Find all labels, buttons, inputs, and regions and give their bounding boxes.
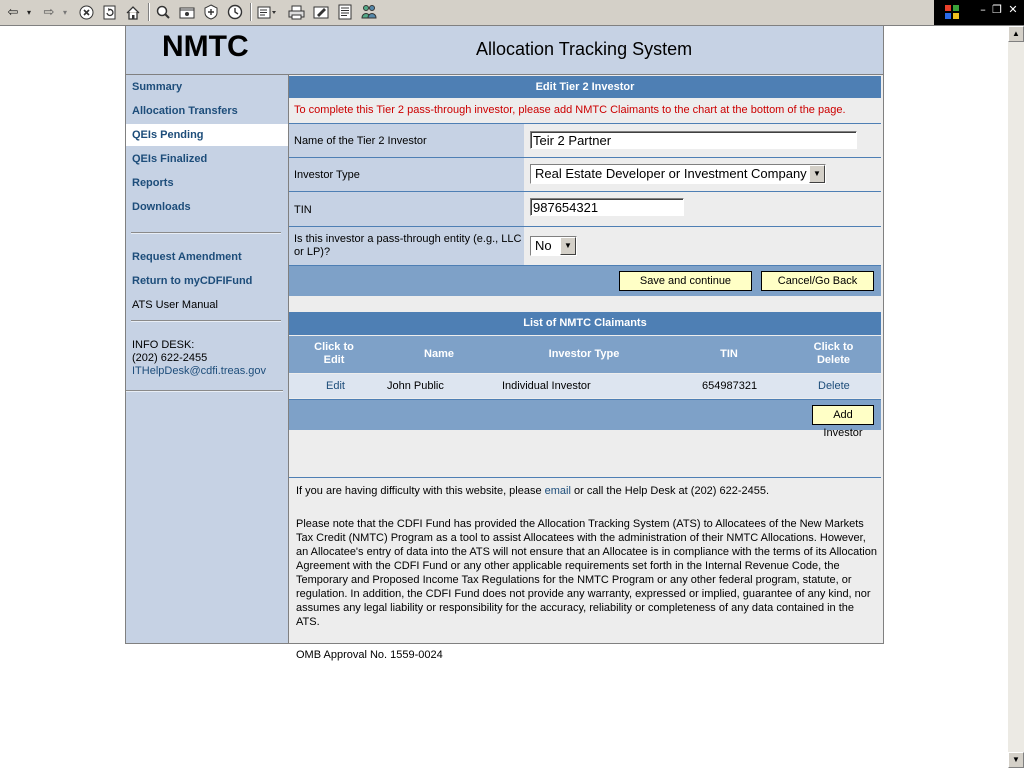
- passthrough-label-cell: Is this investor a pass-through entity (…: [289, 227, 524, 265]
- messenger-icon[interactable]: [360, 3, 378, 21]
- type-value-cell: Real Estate Developer or Investment Comp…: [525, 158, 881, 191]
- cancel-go-back-button[interactable]: Cancel/Go Back: [761, 271, 874, 291]
- col-header-tin: TIN: [720, 348, 738, 360]
- type-label: Investor Type: [294, 169, 360, 181]
- name-label: Name of the Tier 2 Investor: [294, 135, 427, 147]
- edit-claimant-link[interactable]: Edit: [326, 380, 345, 392]
- close-icon[interactable]: ✕: [1006, 3, 1020, 17]
- restore-icon[interactable]: ❐: [990, 3, 1004, 17]
- omb-approval-text: OMB Approval No. 1559-0024: [296, 649, 443, 661]
- nav-divider: [131, 320, 281, 322]
- add-investor-button[interactable]: Add Investor: [812, 405, 874, 439]
- back-dropdown-icon[interactable]: ▾: [24, 3, 34, 21]
- windows-logo-icon: [945, 5, 959, 19]
- type-label-cell: Investor Type: [289, 158, 524, 191]
- vertical-scrollbar[interactable]: ▲ ▼: [1008, 26, 1024, 768]
- toolbar-separator: [148, 3, 150, 21]
- passthrough-value-cell: No ▼: [525, 227, 881, 265]
- name-row: Name of the Tier 2 Investor Teir 2 Partn…: [289, 123, 881, 157]
- nav-divider: [126, 390, 283, 392]
- investor-type-value: Real Estate Developer or Investment Comp…: [535, 166, 807, 181]
- page-header: NMTC Allocation Tracking System: [126, 26, 883, 75]
- nav-item-reports[interactable]: Reports: [132, 177, 174, 189]
- col-header-investor-type: Investor Type: [548, 348, 620, 360]
- browser-toolbar: ⇦ ▾ ⇨ ▾ – ❐ ✕: [0, 0, 1024, 26]
- info-desk-label: INFO DESK:: [132, 339, 195, 351]
- scroll-down-arrow-icon[interactable]: ▼: [1008, 752, 1024, 768]
- help-text: If you are having difficulty with this w…: [296, 484, 878, 498]
- claimants-header-row: Click to Edit Name Investor Type TIN Cli…: [289, 336, 881, 373]
- mail-icon[interactable]: [256, 3, 278, 21]
- toolbar-separator: [250, 3, 252, 21]
- claimant-name: John Public: [387, 380, 444, 392]
- info-desk-email-link[interactable]: ITHelpDesk@cdfi.treas.gov: [132, 365, 266, 377]
- back-arrow-icon[interactable]: ⇦: [4, 3, 22, 21]
- passthrough-row: Is this investor a pass-through entity (…: [289, 226, 881, 265]
- page-title: Allocation Tracking System: [476, 39, 693, 59]
- col-header-delete: Click to Delete: [813, 341, 854, 366]
- claimant-investor-type: Individual Investor: [502, 380, 591, 392]
- col-header-name: Name: [424, 348, 454, 360]
- nav-item-qeis-pending[interactable]: QEIs Pending: [132, 129, 204, 141]
- nmtc-logo: NMTC: [162, 30, 249, 63]
- chevron-down-icon[interactable]: ▼: [809, 165, 825, 183]
- search-icon[interactable]: [154, 3, 172, 21]
- edit-form-title: Edit Tier 2 Investor: [289, 76, 881, 98]
- table-row: Edit John Public Individual Investor 654…: [289, 374, 881, 398]
- help-text-post: or call the Help Desk at (202) 622-2455.: [570, 485, 770, 497]
- forward-arrow-icon[interactable]: ⇨: [40, 3, 58, 21]
- save-and-continue-button[interactable]: Save and continue: [619, 271, 752, 291]
- help-email-link[interactable]: email: [545, 485, 571, 497]
- nav-item-downloads[interactable]: Downloads: [132, 201, 191, 213]
- chevron-down-icon[interactable]: ▼: [560, 237, 576, 255]
- disclaimer-text: Please note that the CDFI Fund has provi…: [296, 518, 877, 628]
- ats-user-manual-link[interactable]: ATS User Manual: [132, 299, 218, 311]
- tin-label: TIN: [294, 204, 312, 216]
- footer-divider: [289, 477, 881, 478]
- claimant-tin: 654987321: [702, 380, 758, 392]
- main-content: Edit Tier 2 Investor To complete this Ti…: [289, 75, 883, 661]
- form-action-bar: Save and continue Cancel/Go Back: [289, 265, 881, 296]
- left-navigation: Summary Allocation Transfers QEIs Pendin…: [126, 75, 289, 643]
- nav-divider: [131, 232, 281, 234]
- tin-value-cell: 987654321: [525, 192, 881, 226]
- print-icon[interactable]: [286, 3, 306, 21]
- request-amendment-link[interactable]: Request Amendment: [132, 251, 242, 263]
- investor-type-select[interactable]: Real Estate Developer or Investment Comp…: [530, 164, 826, 184]
- claimants-table-title: List of NMTC Claimants: [289, 312, 881, 335]
- nav-item-summary[interactable]: Summary: [132, 81, 182, 93]
- page-frame: NMTC Allocation Tracking System Summary …: [125, 26, 884, 661]
- refresh-icon[interactable]: [100, 3, 118, 21]
- tin-row: TIN 987654321: [289, 191, 881, 226]
- favorites-icon[interactable]: [178, 3, 196, 21]
- name-label-cell: Name of the Tier 2 Investor: [289, 124, 524, 157]
- type-row: Investor Type Real Estate Developer or I…: [289, 157, 881, 191]
- discuss-icon[interactable]: [336, 3, 354, 21]
- stop-icon[interactable]: [77, 3, 95, 21]
- passthrough-value: No: [535, 238, 552, 253]
- scroll-up-arrow-icon[interactable]: ▲: [1008, 26, 1024, 42]
- edit-icon[interactable]: [311, 3, 331, 21]
- passthrough-select[interactable]: No ▼: [530, 236, 577, 256]
- instruction-text: To complete this Tier 2 pass-through inv…: [294, 104, 846, 116]
- delete-claimant-link[interactable]: Delete: [818, 380, 850, 392]
- media-icon[interactable]: [202, 3, 220, 21]
- home-icon[interactable]: [124, 3, 142, 21]
- tin-label-cell: TIN: [289, 192, 524, 226]
- investor-name-input[interactable]: Teir 2 Partner: [530, 131, 857, 149]
- col-header-edit: Click to Edit: [314, 341, 354, 366]
- passthrough-label: Is this investor a pass-through entity (…: [294, 233, 522, 258]
- tin-input[interactable]: 987654321: [530, 198, 684, 216]
- info-desk-phone: (202) 622-2455: [132, 352, 208, 364]
- history-icon[interactable]: [226, 3, 244, 21]
- return-to-mycdfifund-link[interactable]: Return to myCDFIFund: [132, 275, 252, 287]
- claimants-action-bar: Add Investor: [289, 399, 881, 439]
- forward-dropdown-icon[interactable]: ▾: [60, 3, 70, 21]
- minimize-icon[interactable]: –: [976, 3, 990, 17]
- nav-item-allocation-transfers[interactable]: Allocation Transfers: [132, 105, 238, 117]
- name-value-cell: Teir 2 Partner: [525, 124, 881, 157]
- nav-item-qeis-finalized[interactable]: QEIs Finalized: [132, 153, 207, 165]
- help-text-pre: If you are having difficulty with this w…: [296, 485, 545, 497]
